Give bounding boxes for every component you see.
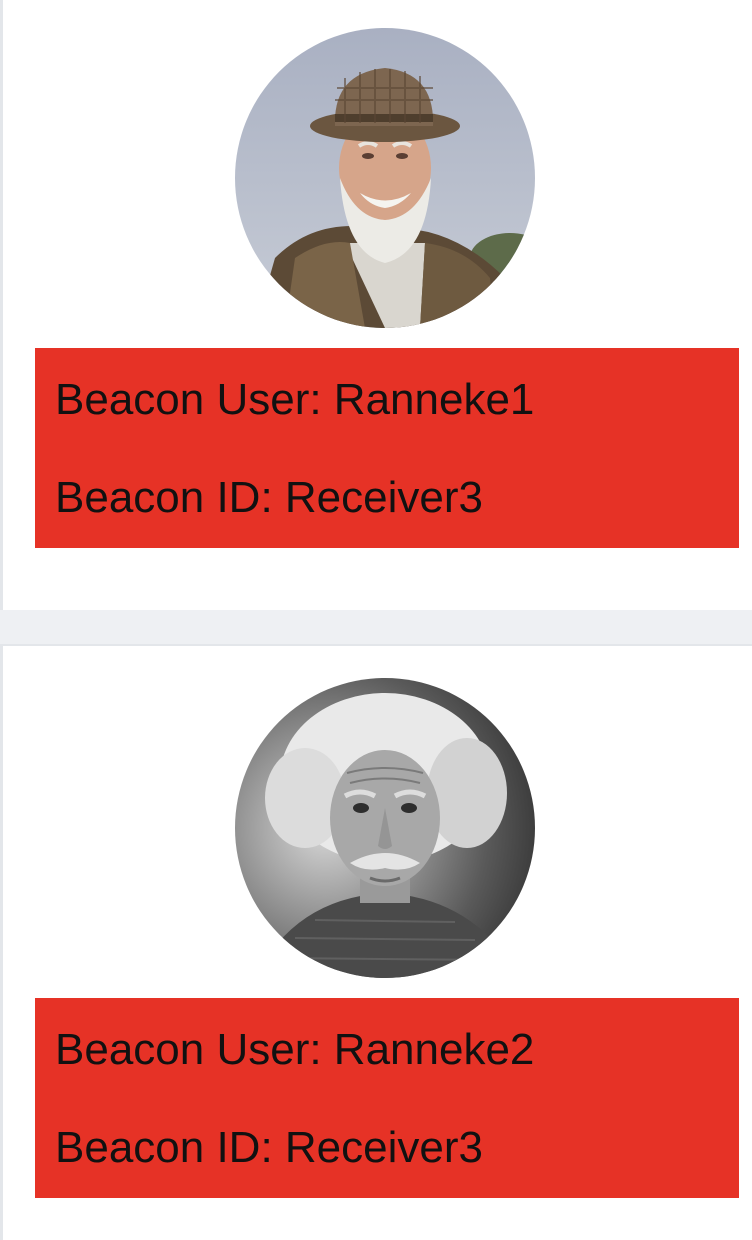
avatar-photo-icon: [235, 678, 535, 978]
beacon-user-label: Beacon User: Ranneke1: [55, 375, 535, 424]
beacon-id-label: Beacon ID: Receiver3: [55, 473, 483, 522]
avatar: [235, 28, 535, 328]
beacon-id-label: Beacon ID: Receiver3: [55, 1123, 483, 1172]
beacon-user-label: Beacon User: Ranneke2: [55, 1025, 535, 1074]
avatar: [235, 678, 535, 978]
beacon-card: Beacon User: Ranneke2 Beacon ID: Receive…: [0, 644, 752, 1240]
avatar-photo-icon: [235, 28, 535, 328]
beacon-info-panel: Beacon User: Ranneke2 Beacon ID: Receive…: [35, 998, 739, 1198]
beacon-info-panel: Beacon User: Ranneke1 Beacon ID: Receive…: [35, 348, 739, 548]
beacon-card: Beacon User: Ranneke1 Beacon ID: Receive…: [0, 0, 752, 610]
